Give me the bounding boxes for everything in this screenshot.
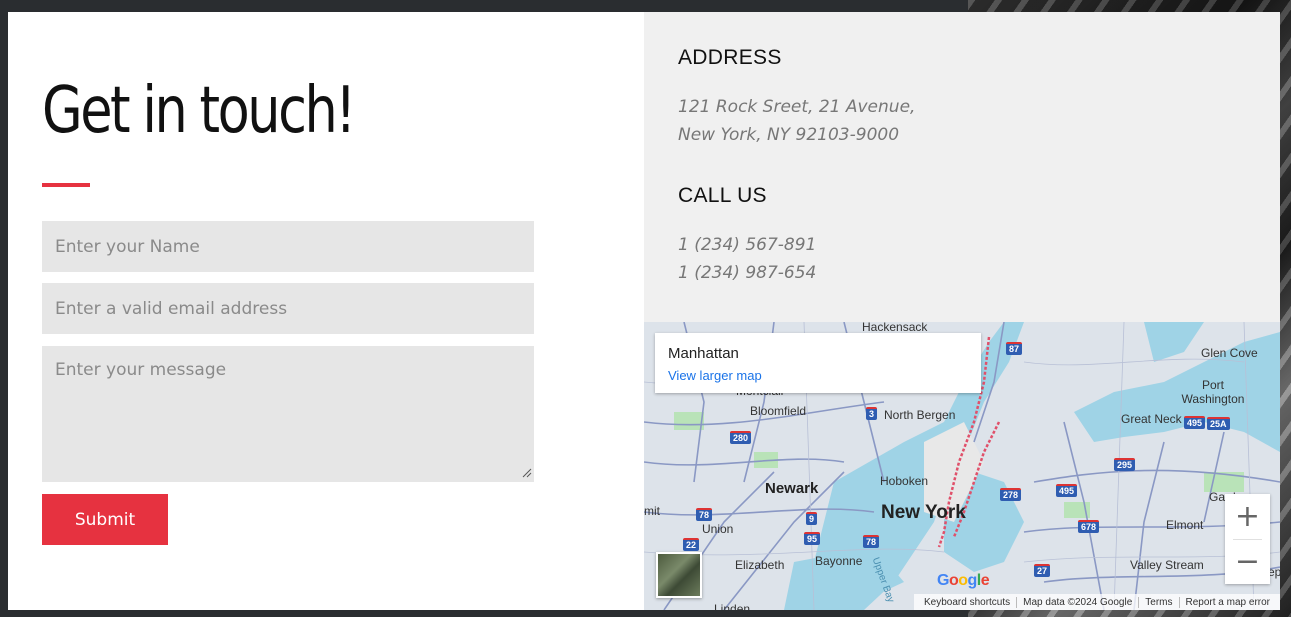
map-label-union: Union [702, 522, 734, 536]
keyboard-shortcuts-link[interactable]: Keyboard shortcuts [918, 597, 1016, 608]
map-label-elizabeth: Elizabeth [735, 558, 785, 572]
highway-shield-icon: 9 [806, 512, 818, 525]
google-logo-letter: e [980, 572, 990, 589]
google-logo-letter: o [958, 572, 968, 589]
satellite-toggle-button[interactable] [656, 552, 702, 598]
map-label-hoboken: Hoboken [880, 474, 929, 488]
google-logo-letter: o [948, 572, 959, 589]
highway-shield-icon: 280 [730, 431, 752, 444]
highway-shield-icon: 495 [1056, 484, 1078, 497]
map-label-valley-stream: Valley Stream [1130, 558, 1204, 572]
map-label-new-york: New York [881, 502, 966, 523]
highway-shield-icon: 495 [1184, 416, 1206, 429]
contact-info-section: ADDRESS 121 Rock Sreet, 21 Avenue, New Y… [644, 12, 1280, 610]
map-label-glen-cove: Glen Cove [1201, 346, 1258, 360]
zoom-in-button[interactable]: + [1225, 494, 1270, 539]
map-label-mit: mit [644, 504, 660, 518]
phone-1: 1 (234) 567-891 [678, 235, 817, 255]
map-label-port-washington: Port Washington [1181, 378, 1245, 406]
map-label-bayonne: Bayonne [815, 554, 863, 568]
google-logo-letter: g [967, 572, 978, 589]
embedded-map[interactable]: Hackensack Montclair Bloomfield North Be… [644, 322, 1280, 610]
highway-shield-icon: 3 [866, 407, 878, 420]
highway-shield-icon: 78 [863, 535, 880, 548]
report-map-error-link[interactable]: Report a map error [1178, 596, 1276, 608]
map-label-linden: Linden [714, 602, 751, 610]
map-label-newark: Newark [765, 480, 819, 497]
highway-shield-icon: 95 [804, 532, 821, 545]
name-input[interactable] [42, 221, 534, 272]
title-accent-line [42, 183, 90, 187]
map-label-bloomfield: Bloomfield [750, 404, 807, 418]
highway-shield-icon: 22 [683, 538, 700, 551]
map-place-name: Manhattan [668, 345, 739, 362]
highway-shield-icon: 87 [1006, 342, 1023, 355]
view-larger-map-link[interactable]: View larger map [668, 368, 762, 383]
highway-shield-icon: 78 [696, 508, 713, 521]
highway-shield-icon: 678 [1078, 520, 1100, 533]
map-place-card: Manhattan View larger map [655, 333, 981, 393]
address-line-2: New York, NY 92103-9000 [678, 125, 900, 145]
submit-button[interactable]: Submit [42, 494, 168, 545]
highway-shield-icon: 25A [1207, 417, 1230, 430]
address-text: 121 Rock Sreet, 21 Avenue, New York, NY … [678, 93, 915, 149]
phone-2: 1 (234) 987-654 [678, 263, 817, 283]
address-line-1: 121 Rock Sreet, 21 Avenue, [678, 97, 916, 117]
highway-shield-icon: 278 [1000, 488, 1022, 501]
email-input[interactable] [42, 283, 534, 334]
map-label-great-neck: Great Neck [1121, 412, 1182, 426]
highway-shield-icon: 27 [1034, 564, 1051, 577]
page-title: Get in touch! [42, 74, 356, 148]
contact-card: Get in touch! Submit ADDRESS 121 Rock Sr… [8, 12, 1280, 610]
highway-shield-icon: 295 [1114, 458, 1136, 471]
google-logo-letter: G [937, 572, 949, 589]
phone-list: 1 (234) 567-891 1 (234) 987-654 [678, 231, 816, 287]
call-heading: CALL US [678, 184, 767, 207]
map-attribution-bar: Keyboard shortcuts Map data ©2024 Google… [913, 594, 1280, 610]
map-label-elmont: Elmont [1166, 518, 1204, 532]
address-heading: ADDRESS [678, 46, 782, 69]
map-label-north-bergen: North Bergen [884, 408, 956, 422]
contact-form-section: Get in touch! Submit [8, 12, 644, 610]
map-zoom-control: + − [1225, 494, 1270, 584]
contact-info-panel: ADDRESS 121 Rock Sreet, 21 Avenue, New Y… [644, 12, 1280, 322]
resize-grip-icon[interactable] [522, 468, 532, 478]
terms-link[interactable]: Terms [1138, 596, 1178, 608]
zoom-out-button[interactable]: − [1225, 539, 1270, 584]
map-data-attribution: Map data ©2024 Google [1016, 596, 1138, 608]
google-logo: Google [937, 572, 990, 590]
message-textarea[interactable] [42, 346, 534, 482]
